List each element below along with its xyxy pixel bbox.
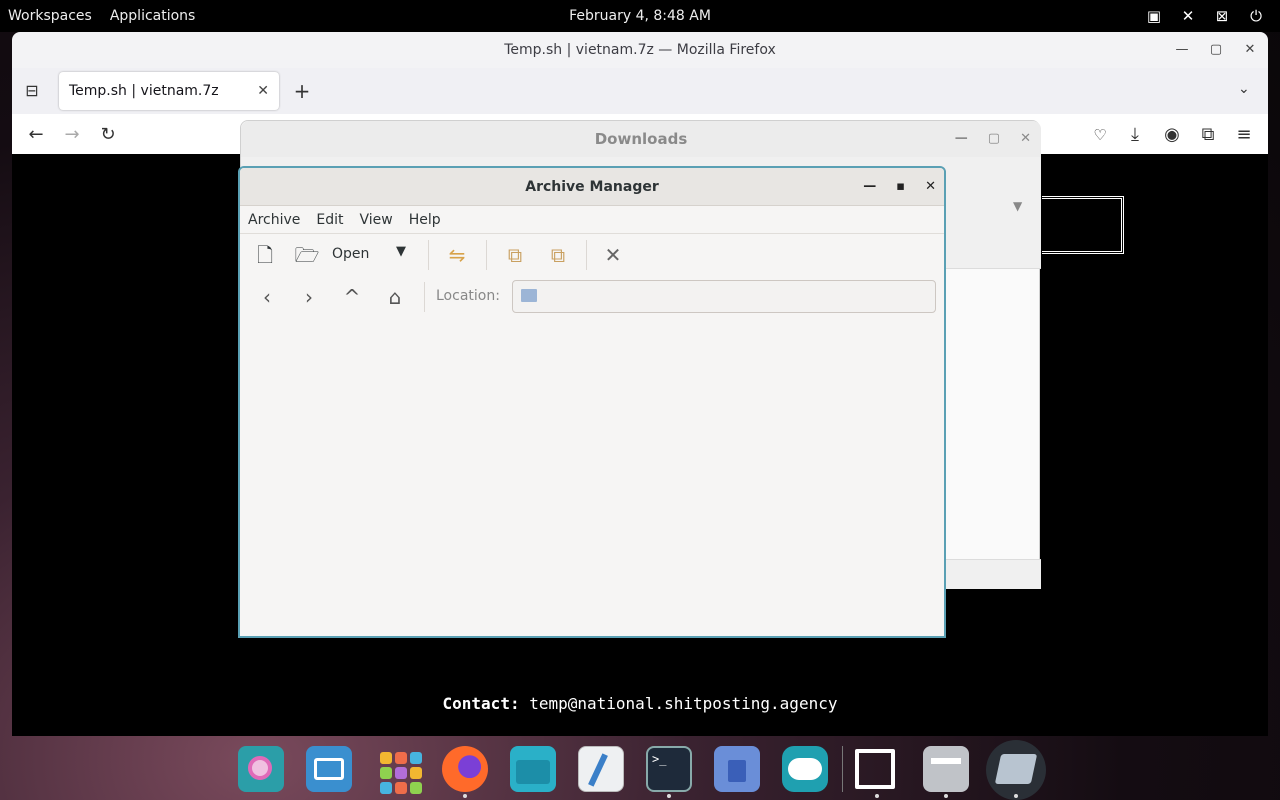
workspaces-button[interactable]: Workspaces [8, 8, 92, 24]
multitasking-app-icon[interactable] [306, 746, 352, 792]
tab-active[interactable]: Temp.sh | vietnam.7z ✕ [59, 72, 279, 110]
running-indicator [1014, 794, 1018, 798]
firefox-titlebar: Temp.sh | vietnam.7z — Mozilla Firefox —… [12, 32, 1268, 68]
tab-close-icon[interactable]: ✕ [257, 83, 269, 99]
open-folder-icon[interactable]: 🗁 [292, 240, 322, 270]
menu-view[interactable]: View [360, 212, 393, 228]
applications-button[interactable]: Applications [110, 8, 196, 24]
toolbar: 🗋 🗁 Open ▼ ⇋ ⧉ ⧉ ✕ [240, 234, 944, 276]
system-tray[interactable]: ▣ ✕ ⊠ ⏻ [1144, 6, 1266, 26]
extract-icon[interactable]: ⇋ [442, 240, 472, 270]
contact-line: Contact: temp@national.shitposting.agenc… [12, 694, 1268, 713]
menu-edit[interactable]: Edit [316, 212, 343, 228]
firefox-view-icon[interactable]: ⊟ [20, 79, 44, 103]
firefox-icon[interactable] [442, 746, 488, 792]
folder-icon [521, 289, 537, 302]
location-input[interactable] [512, 280, 936, 313]
running-indicator [944, 794, 948, 798]
files-icon[interactable] [510, 746, 556, 792]
display-icon[interactable]: ▣ [1144, 6, 1164, 26]
forward-icon[interactable]: › [294, 282, 324, 312]
minimize-icon[interactable]: — [955, 121, 968, 157]
archive-manager-titlebar: Archive Manager — ▪ ✕ [240, 168, 944, 206]
contact-label: Contact: [442, 694, 520, 713]
dropdown-caret-icon[interactable]: ▼ [1013, 199, 1022, 213]
minimize-icon[interactable]: — [1174, 32, 1190, 68]
mute-icon[interactable]: ✕ [1178, 6, 1198, 26]
top-bar: Workspaces Applications February 4, 8:48… [0, 0, 1280, 32]
search-app-icon[interactable] [238, 746, 284, 792]
home-icon[interactable]: ⌂ [380, 282, 410, 312]
tab-label: Temp.sh | vietnam.7z [69, 83, 219, 99]
maximize-icon[interactable]: ▪ [896, 168, 905, 206]
network-off-icon[interactable]: ⊠ [1212, 6, 1232, 26]
screenshot-tool-icon[interactable] [855, 749, 895, 789]
toggle-settings-icon[interactable] [782, 746, 828, 792]
chevron-down-icon[interactable]: ⌄ [1238, 81, 1250, 97]
menu-archive[interactable]: Archive [248, 212, 300, 228]
site-logo [1042, 196, 1124, 254]
power-icon[interactable]: ⏻ [1246, 6, 1266, 26]
account-icon[interactable]: ◉ [1159, 122, 1185, 148]
add-files-icon[interactable]: ⧉ [500, 240, 530, 270]
terminal-icon[interactable]: >_ [646, 746, 692, 792]
archive-manager-icon[interactable] [986, 740, 1046, 800]
add-folder-icon[interactable]: ⧉ [543, 240, 573, 270]
contact-email[interactable]: temp@national.shitposting.agency [529, 694, 837, 713]
open-dropdown-icon[interactable]: ▼ [396, 244, 406, 259]
running-indicator [875, 794, 879, 798]
pocket-icon[interactable]: ♡ [1087, 122, 1113, 148]
forward-icon[interactable]: → [59, 122, 85, 148]
running-indicator [667, 794, 671, 798]
menu-help[interactable]: Help [409, 212, 441, 228]
running-indicator [463, 794, 467, 798]
archive-manager-window: Archive Manager — ▪ ✕ Archive Edit View … [238, 166, 946, 638]
tab-strip: ⊟ Temp.sh | vietnam.7z ✕ + ⌄ [12, 68, 1268, 114]
toolbar-separator [586, 240, 587, 270]
up-icon[interactable]: ^ [337, 282, 367, 312]
new-archive-icon[interactable]: 🗋 [250, 240, 280, 270]
location-bar: ‹ › ^ ⌂ Location: [240, 278, 944, 316]
toolbar-separator [428, 240, 429, 270]
toolbar-separator [424, 282, 425, 312]
downloads-titlebar: Downloads — ▢ ✕ [241, 121, 1041, 157]
file-manager-icon[interactable] [923, 746, 969, 792]
window-title: Temp.sh | vietnam.7z — Mozilla Firefox [504, 42, 776, 58]
open-button-label[interactable]: Open [332, 246, 369, 262]
maximize-icon[interactable]: ▢ [1208, 32, 1224, 68]
toolbar-separator [486, 240, 487, 270]
reload-icon[interactable]: ↻ [95, 122, 121, 148]
back-icon[interactable]: ‹ [252, 282, 282, 312]
menu-icon[interactable]: ≡ [1231, 122, 1257, 148]
dock-separator [842, 746, 843, 792]
new-tab-icon[interactable]: + [289, 78, 315, 104]
back-icon[interactable]: ← [23, 122, 49, 148]
text-editor-icon[interactable] [578, 746, 624, 792]
dock: >_ [228, 738, 1052, 800]
stop-icon[interactable]: ✕ [598, 240, 628, 270]
close-icon[interactable]: ✕ [1242, 32, 1258, 68]
downloads-icon[interactable]: ⤓ [1122, 122, 1148, 148]
archive-manager-title: Archive Manager [525, 179, 659, 195]
close-icon[interactable]: ✕ [1020, 121, 1031, 157]
extensions-icon[interactable]: ⧉ [1195, 122, 1221, 148]
downloads-title: Downloads [594, 130, 688, 148]
minimize-icon[interactable]: — [863, 168, 876, 206]
menu-bar: Archive Edit View Help [240, 206, 944, 234]
maximize-icon[interactable]: ▢ [988, 121, 1000, 157]
close-icon[interactable]: ✕ [925, 168, 936, 206]
software-installer-icon[interactable] [714, 746, 760, 792]
app-grid-icon[interactable] [374, 746, 422, 794]
location-label: Location: [436, 288, 500, 304]
